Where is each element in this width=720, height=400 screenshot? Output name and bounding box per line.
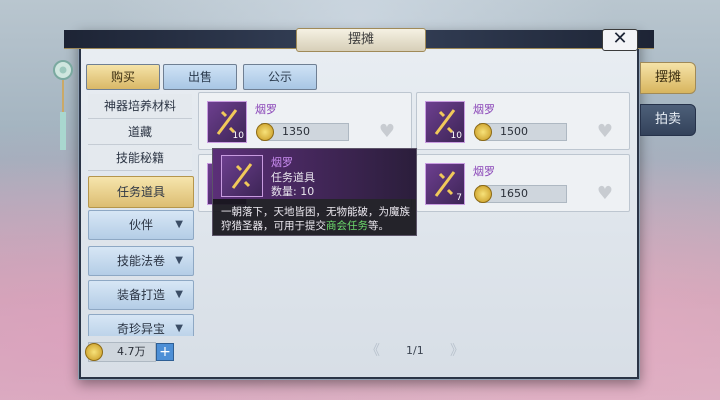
category-label: 技能法卷 (116, 254, 165, 268)
favorite-heart-icon[interactable]: ♥ (379, 121, 395, 142)
item-card[interactable]: 10 烟罗 1350 ♥ (198, 92, 412, 150)
item-count: 10 (232, 131, 244, 141)
category-label: 奇珍异宝 (116, 322, 165, 336)
item-name: 烟罗 (255, 103, 277, 116)
tab-sell[interactable]: 出售 (163, 64, 237, 90)
category-artifact-materials[interactable]: 神器培养材料 (88, 94, 192, 119)
chevron-down-icon: ▼ (175, 323, 183, 334)
chevron-down-icon: ▼ (175, 219, 183, 230)
currency-display: 4.7万 (85, 342, 156, 362)
add-currency-button[interactable]: + (156, 343, 174, 361)
tooltip-description: 一朝落下，天地皆困，无物能破，为魔族狩猎圣器，可用于提交商会任务等。 (221, 206, 410, 232)
category-quest-items[interactable]: 任务道具 (88, 176, 194, 208)
category-rare-treasures[interactable]: 奇珍异宝 ▼ (88, 314, 194, 336)
close-button[interactable]: ✕ (602, 29, 638, 51)
category-skill-scrolls[interactable]: 技能法卷 ▼ (88, 246, 194, 276)
chevron-down-icon: ▼ (175, 289, 183, 300)
category-equipment-crafting[interactable]: 装备打造 ▼ (88, 280, 194, 310)
tooltip-item-quantity: 数量: 10 (271, 185, 315, 198)
category-label: 伙伴 (128, 218, 153, 232)
jade-ornament-icon (53, 60, 73, 150)
item-price: 1350 (256, 123, 349, 141)
coin-icon (474, 185, 492, 203)
category-sidebar: 神器培养材料 道藏 技能秘籍 任务道具 伙伴 ▼ 技能法卷 ▼ 装备打造 ▼ 奇… (88, 92, 194, 336)
tooltip-item-icon (221, 155, 263, 197)
item-name: 烟罗 (473, 103, 495, 116)
category-daozang[interactable]: 道藏 (88, 120, 192, 145)
item-name: 烟罗 (473, 165, 495, 178)
next-page-button[interactable]: 》 (450, 340, 464, 360)
coin-icon (85, 343, 103, 361)
item-count: 7 (456, 193, 462, 203)
category-label: 装备打造 (116, 288, 165, 302)
coin-icon (256, 123, 274, 141)
page-indicator: 1/1 (406, 344, 424, 357)
category-skill-books[interactable]: 技能秘籍 (88, 146, 192, 171)
side-tab-stall[interactable]: 摆摊 (640, 62, 696, 94)
quest-link: 商会任务 (326, 220, 368, 232)
window-title: 摆摊 (296, 28, 426, 52)
tooltip-item-name: 烟罗 (271, 156, 293, 169)
chevron-down-icon: ▼ (175, 255, 183, 266)
item-price: 1500 (474, 123, 567, 141)
item-card[interactable]: 10 烟罗 1500 ♥ (416, 92, 630, 150)
favorite-heart-icon[interactable]: ♥ (597, 121, 613, 142)
item-tooltip: 烟罗 任务道具 数量: 10 一朝落下，天地皆困，无物能破，为魔族狩猎圣器，可用… (212, 148, 417, 236)
footer-bar: 4.7万 + 《 1/1 》 (85, 340, 634, 366)
item-count: 10 (450, 131, 462, 141)
category-partner[interactable]: 伙伴 ▼ (88, 210, 194, 240)
item-icon: 10 (425, 101, 465, 143)
item-price: 1650 (474, 185, 567, 203)
vajra-icon (434, 171, 456, 197)
vajra-icon (231, 163, 253, 189)
item-icon: 10 (207, 101, 247, 143)
favorite-heart-icon[interactable]: ♥ (597, 183, 613, 204)
coin-icon (474, 123, 492, 141)
tab-public[interactable]: 公示 (243, 64, 317, 90)
item-icon: 7 (425, 163, 465, 205)
prev-page-button[interactable]: 《 (366, 340, 380, 360)
side-tab-auction[interactable]: 拍卖 (640, 104, 696, 136)
item-card[interactable]: 7 烟罗 1650 ♥ (416, 154, 630, 212)
tab-buy[interactable]: 购买 (86, 64, 160, 90)
